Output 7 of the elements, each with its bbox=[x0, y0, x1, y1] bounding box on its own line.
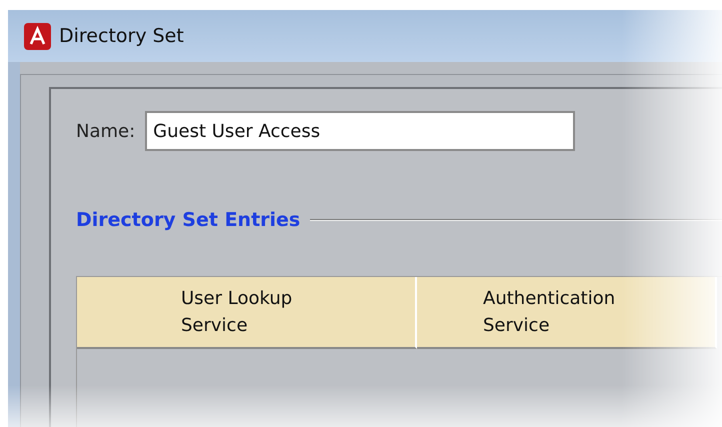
name-label: Name: bbox=[76, 120, 136, 142]
column-header[interactable]: Authentication Service bbox=[417, 277, 717, 349]
section-title: Directory Set Entries bbox=[76, 209, 300, 231]
app-logo-icon bbox=[24, 22, 51, 50]
name-field[interactable]: Guest User Access bbox=[145, 111, 576, 151]
column-header[interactable]: User Lookup Service bbox=[77, 277, 417, 349]
window-title: Directory Set bbox=[59, 25, 184, 47]
